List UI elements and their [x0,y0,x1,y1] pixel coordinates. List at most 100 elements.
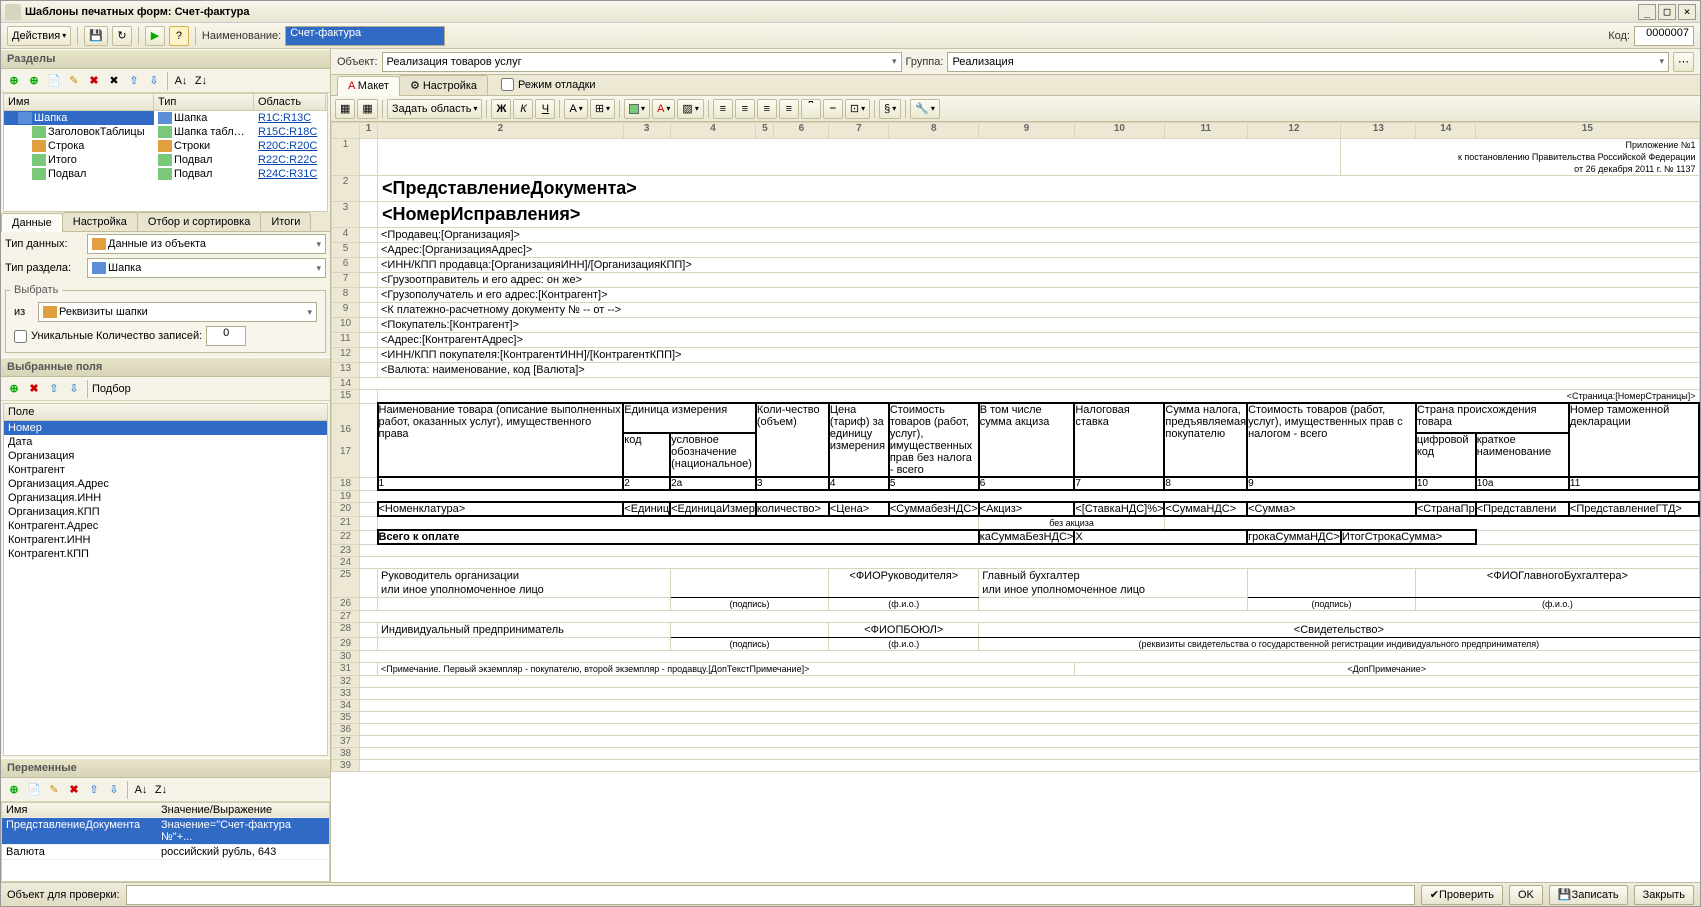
tree-row[interactable]: ЗаголовокТаблицыШапка таблицыR15С:R18С [4,125,327,139]
delete2-icon[interactable]: ✖ [105,72,123,90]
add-icon[interactable]: ⊕ [5,72,23,90]
tab-data[interactable]: Данные [1,213,63,232]
save-icon[interactable]: 💾 [84,26,108,46]
maximize-button[interactable]: □ [1658,4,1676,20]
var-sort-az-icon[interactable]: A↓ [132,781,150,799]
list-item[interactable]: Контрагент.ИНН [4,533,327,547]
count-input[interactable]: 0 [206,326,246,346]
name-label: Наименование: [202,30,281,42]
sort-az-icon[interactable]: A↓ [172,72,190,90]
tree-row[interactable]: ИтогоПодвалR22С:R22С [4,153,327,167]
list-item[interactable]: Номер [4,421,327,435]
more-icon[interactable]: ⋯ [1673,52,1694,72]
text-color-icon[interactable]: A [652,99,675,119]
pick-button[interactable]: Подбор [92,383,131,395]
data-type-label: Тип данных: [5,238,83,250]
align-left-icon[interactable]: ≡ [713,99,733,119]
spreadsheet[interactable]: 123456789101112131415 1Приложение №1к по… [331,122,1700,882]
edit-icon[interactable]: ✎ [65,72,83,90]
list-item[interactable]: Контрагент.КПП [4,547,327,561]
field-up-icon[interactable]: ⇧ [45,380,63,398]
vars-grid[interactable]: Имя Значение/Выражение ПредставлениеДоку… [1,802,330,882]
tab-totals[interactable]: Итоги [260,212,311,231]
unique-checkbox[interactable] [14,330,27,343]
var-sort-za-icon[interactable]: Z↓ [152,781,170,799]
pattern-icon[interactable]: ▨ [677,99,703,119]
save-button[interactable]: 💾 Записать [1549,885,1628,905]
font-icon[interactable]: A [564,99,587,119]
code-input[interactable]: 0000007 [1634,26,1694,46]
list-item[interactable]: Организация.ИНН [4,491,327,505]
debug-checkbox[interactable] [501,78,514,91]
fill-color-icon[interactable] [624,99,650,119]
fields-list[interactable]: Поле НомерДатаОрганизацияКонтрагентОрган… [3,403,328,756]
sections-tree[interactable]: Имя Тип Область ШапкаШапкаR1С:R13СЗаголо… [3,93,328,212]
var-copy-icon[interactable]: 📄 [25,781,43,799]
var-add-icon[interactable]: ⊕ [5,781,23,799]
underline-icon[interactable]: Ч [535,99,555,119]
check-input[interactable] [126,885,1415,905]
from-combo[interactable]: Реквизиты шапки [38,302,317,322]
grid-icon[interactable]: ▦ [335,99,355,119]
set-area-button[interactable]: Задать область [387,99,483,119]
tree-row[interactable]: ПодвалПодвалR24С:R31С [4,167,327,181]
merge-icon[interactable]: ⊡ [845,99,870,119]
valign-mid-icon[interactable]: ⎯ [823,99,843,119]
align-justify-icon[interactable]: ≡ [779,99,799,119]
copy-icon[interactable]: 📄 [45,72,63,90]
ok-button[interactable]: OK [1509,885,1543,905]
group-combo[interactable]: Реализация [947,52,1669,72]
list-item[interactable]: Контрагент.Адрес [4,519,327,533]
add-child-icon[interactable]: ⊕ [25,72,43,90]
var-row[interactable]: ПредставлениеДокументаЗначение="Счет-фак… [2,818,329,845]
border-icon[interactable]: ⊞ [590,99,615,119]
list-item[interactable]: Организация.КПП [4,505,327,519]
close-button-bottom[interactable]: Закрыть [1634,885,1694,905]
tab-settings[interactable]: Настройка [62,212,138,231]
data-type-combo[interactable]: Данные из объекта [87,234,326,254]
var-dn-icon[interactable]: ⇩ [105,781,123,799]
tree-row[interactable]: ШапкаШапкаR1С:R13С [4,111,327,125]
list-item[interactable]: Организация [4,449,327,463]
tab-layout[interactable]: A Макет [337,76,400,96]
italic-icon[interactable]: К [513,99,533,119]
minimize-button[interactable]: _ [1638,4,1656,20]
object-combo[interactable]: Реализация товаров услуг [382,52,902,72]
field-dn-icon[interactable]: ⇩ [65,380,83,398]
move-up-icon[interactable]: ⇧ [125,72,143,90]
tree-row[interactable]: СтрокаСтрокиR20С:R20С [4,139,327,153]
actions-menu[interactable]: Действия [7,26,71,46]
var-row[interactable]: Валютароссийский рубль, 643 [2,845,329,860]
object-label: Объект: [337,56,378,68]
go-icon[interactable]: ▶ [145,26,165,46]
list-item[interactable]: Организация.Адрес [4,477,327,491]
list-item[interactable]: Дата [4,435,327,449]
close-button[interactable]: × [1678,4,1696,20]
bold-icon[interactable]: Ж [491,99,511,119]
var-edit-icon[interactable]: ✎ [45,781,63,799]
field-del-icon[interactable]: ✖ [25,380,43,398]
name-input[interactable]: Счет-фактура [285,26,445,46]
tab-layout-settings[interactable]: ⚙ Настройка [399,75,488,95]
tab-filter[interactable]: Отбор и сортировка [137,212,261,231]
align-center-icon[interactable]: ≡ [735,99,755,119]
section-type-combo[interactable]: Шапка [87,258,326,278]
help-icon[interactable]: ? [169,26,189,46]
align-right-icon[interactable]: ≡ [757,99,777,119]
grid2-icon[interactable]: ▦ [357,99,377,119]
tools-icon[interactable]: 🔧 [910,99,940,119]
delete-icon[interactable]: ✖ [85,72,103,90]
list-item[interactable]: Контрагент [4,463,327,477]
col-area: Область [254,94,326,110]
sort-za-icon[interactable]: Z↓ [192,72,210,90]
var-del-icon[interactable]: ✖ [65,781,83,799]
var-up-icon[interactable]: ⇧ [85,781,103,799]
reread-icon[interactable]: ↻ [112,26,132,46]
spreadsheet-toolbar: ▦ ▦ Задать область Ж К Ч A ⊞ A ▨ ≡ ≡ ≡ ≡ [331,96,1700,122]
section-type-label: Тип раздела: [5,262,83,274]
move-down-icon[interactable]: ⇩ [145,72,163,90]
valign-top-icon[interactable]: ⎴ [801,99,821,119]
field-add-icon[interactable]: ⊕ [5,380,23,398]
format-icon[interactable]: § [879,99,901,119]
check-button[interactable]: ✔ Проверить [1421,885,1503,905]
